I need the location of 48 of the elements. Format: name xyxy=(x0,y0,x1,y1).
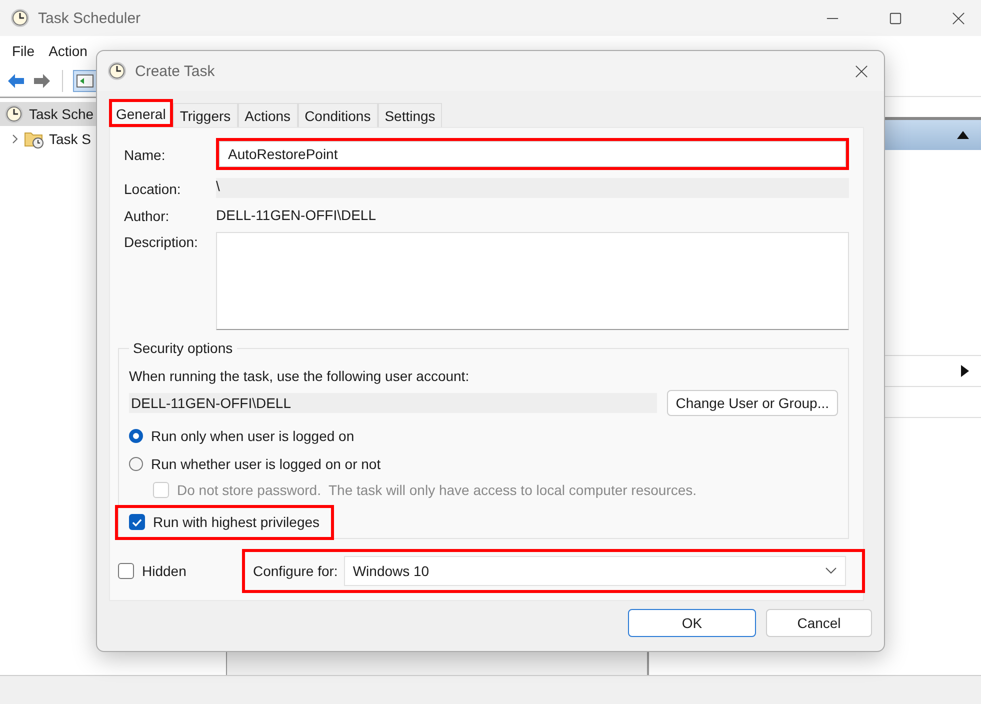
option-label: Do not store password. The task will only have access to local computer resources. xyxy=(177,482,697,498)
tab[interactable]: Settings xyxy=(378,103,442,127)
checkbox[interactable] xyxy=(129,514,145,530)
clock-icon xyxy=(10,8,30,28)
chevron-down-icon xyxy=(825,567,837,575)
field-label: Author: xyxy=(124,207,170,224)
dialog-button[interactable]: Cancel xyxy=(766,609,872,637)
tab[interactable]: Triggers xyxy=(172,103,238,127)
dialog-title: Create Task xyxy=(135,62,215,80)
tab[interactable]: Actions xyxy=(238,103,298,127)
field-label: Description: xyxy=(124,233,199,250)
console-tree-icon[interactable] xyxy=(73,70,97,92)
maximize-icon[interactable] xyxy=(889,12,902,24)
expand-chevron-icon[interactable] xyxy=(10,134,20,144)
forward-arrow-icon[interactable] xyxy=(32,71,52,91)
dialog-button[interactable]: OK xyxy=(628,609,756,637)
submenu-triangle-icon xyxy=(961,365,969,377)
menu-item[interactable]: File xyxy=(12,43,35,59)
account-value: DELL-11GEN-OFFI\DELL xyxy=(129,393,657,413)
menu-item[interactable]: Action xyxy=(48,43,88,59)
radio-button[interactable] xyxy=(129,429,143,443)
option-label: Hidden xyxy=(142,563,186,579)
clock-icon xyxy=(107,61,127,81)
field-label: Name: xyxy=(124,146,166,163)
author-value: DELL-11GEN-OFFI\DELL xyxy=(216,207,378,223)
group-title: Security options xyxy=(132,340,234,356)
window-title: Task Scheduler xyxy=(38,10,141,26)
option-label: Run whether user is logged on or not xyxy=(151,456,381,472)
close-icon[interactable] xyxy=(952,12,965,24)
location-value: \ xyxy=(216,178,849,198)
option-label: Run only when user is logged on xyxy=(151,428,354,444)
account-label: When running the task, use the following user account: xyxy=(129,368,470,384)
field-label: Location: xyxy=(124,180,182,197)
tree-item[interactable]: Task Sche xyxy=(0,102,98,126)
clock-icon xyxy=(4,104,24,124)
name-field[interactable]: AutoRestorePoint xyxy=(219,141,846,167)
configure-dropdown[interactable]: Windows 10 xyxy=(344,556,846,586)
tab[interactable]: Conditions xyxy=(298,103,378,127)
tab[interactable]: General xyxy=(109,99,173,127)
field-label: Configure for: xyxy=(253,563,338,579)
checkbox[interactable] xyxy=(118,563,134,579)
option-label: Run with highest privileges xyxy=(153,514,320,530)
close-icon[interactable] xyxy=(855,64,868,78)
change-user-button[interactable]: Change User or Group... xyxy=(666,390,838,416)
tree-item[interactable]: Task S xyxy=(20,127,96,151)
description-field[interactable] xyxy=(216,232,849,330)
radio-button[interactable] xyxy=(129,457,143,471)
collapse-triangle-icon xyxy=(957,131,969,139)
